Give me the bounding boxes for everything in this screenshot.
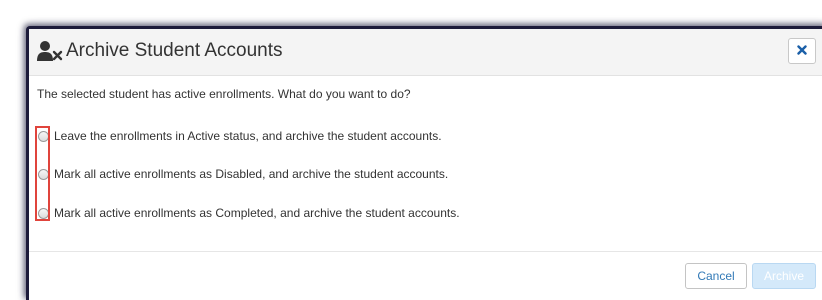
cancel-button[interactable]: Cancel bbox=[685, 263, 747, 289]
footer-divider bbox=[29, 251, 822, 252]
radio-highlight-box bbox=[35, 126, 50, 221]
archive-button[interactable]: Archive bbox=[752, 263, 816, 289]
close-icon bbox=[797, 42, 807, 60]
dialog-message: The selected student has active enrollme… bbox=[37, 87, 411, 101]
close-button[interactable] bbox=[788, 38, 816, 64]
option-mark-disabled[interactable]: Mark all active enrollments as Disabled,… bbox=[38, 166, 448, 182]
option-mark-completed[interactable]: Mark all active enrollments as Completed… bbox=[38, 205, 460, 221]
user-times-icon bbox=[36, 39, 64, 63]
option-label: Mark all active enrollments as Completed… bbox=[54, 206, 460, 220]
option-leave-active[interactable]: Leave the enrollments in Active status, … bbox=[38, 128, 442, 144]
archive-student-dialog: Archive Student Accounts The selected st… bbox=[26, 26, 822, 300]
dialog-header: Archive Student Accounts bbox=[29, 29, 822, 76]
option-label: Leave the enrollments in Active status, … bbox=[54, 129, 442, 143]
dialog-title: Archive Student Accounts bbox=[66, 40, 283, 61]
option-label: Mark all active enrollments as Disabled,… bbox=[54, 167, 449, 181]
